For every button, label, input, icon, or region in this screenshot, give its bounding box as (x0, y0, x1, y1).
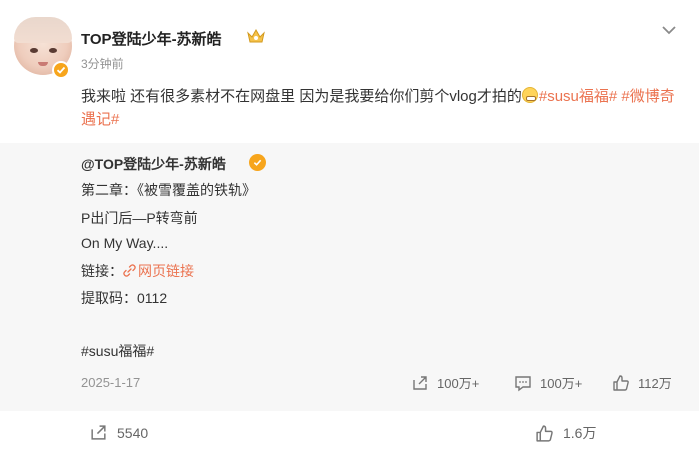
repost-date: 2025-1-17 (81, 375, 141, 390)
repost-like-button[interactable]: 112万 (612, 373, 672, 392)
grin-emoji-icon (521, 87, 538, 103)
avatar-mouth (38, 62, 48, 66)
verified-badge-icon (249, 154, 266, 171)
repost-line: 第二章：《被雪覆盖的铁轨》 (81, 182, 256, 198)
repost-share-button[interactable]: 100万+ (411, 373, 479, 392)
link-label: 链接： (81, 263, 123, 279)
link-icon (123, 264, 136, 277)
chevron-down-icon[interactable] (660, 23, 678, 37)
comment-icon (515, 375, 531, 391)
avatar-hair (14, 17, 72, 43)
share-icon (91, 425, 106, 440)
share-icon (413, 375, 427, 390)
avatar-eye-right (49, 48, 57, 53)
web-link-text[interactable]: 网页链接 (138, 263, 194, 279)
topic-tag[interactable]: #susu福福# (81, 341, 154, 361)
repost-card[interactable]: @TOP登陆少年-苏新皓 第二章：《被雪覆盖的铁轨》 P出门后—P转弯前 On … (0, 143, 699, 411)
repost-line: On My Way.... (81, 235, 169, 251)
post-text-main: 我来啦 还有很多素材不在网盘里 因为是我要给你们剪个vlog才拍的 (81, 88, 522, 105)
share-button[interactable]: 5540 (89, 423, 148, 442)
repost-comment-count: 100万+ (540, 376, 583, 391)
repost-comment-button[interactable]: 100万+ (514, 373, 582, 392)
post-text: 我来啦 还有很多素材不在网盘里 因为是我要给你们剪个vlog才拍的 #susu福福… (81, 85, 681, 131)
crown-icon (247, 28, 265, 43)
thumbs-up-icon (613, 374, 629, 391)
repost-share-count: 100万+ (437, 376, 480, 391)
extraction-code: 提取码：0112 (81, 290, 168, 306)
thumbs-up-icon (536, 424, 553, 442)
repost-line: P出门后—P转弯前 (81, 210, 198, 226)
web-link[interactable]: 网页链接 (123, 263, 194, 279)
verified-badge-icon (52, 61, 70, 79)
topic-tag[interactable]: #susu福福# (539, 88, 617, 105)
repost-like-count: 112万 (638, 376, 672, 391)
post-time: 3分钟前 (81, 57, 124, 71)
like-count: 1.6万 (563, 425, 597, 441)
like-button[interactable]: 1.6万 (535, 423, 596, 443)
author-name[interactable]: TOP登陆少年-苏新皓 (81, 28, 222, 49)
repost-link-row: 链接： 网页链接 (81, 261, 194, 281)
avatar-eye-left (30, 48, 38, 53)
repost-author[interactable]: @TOP登陆少年-苏新皓 (81, 154, 226, 174)
share-count: 5540 (117, 424, 149, 441)
